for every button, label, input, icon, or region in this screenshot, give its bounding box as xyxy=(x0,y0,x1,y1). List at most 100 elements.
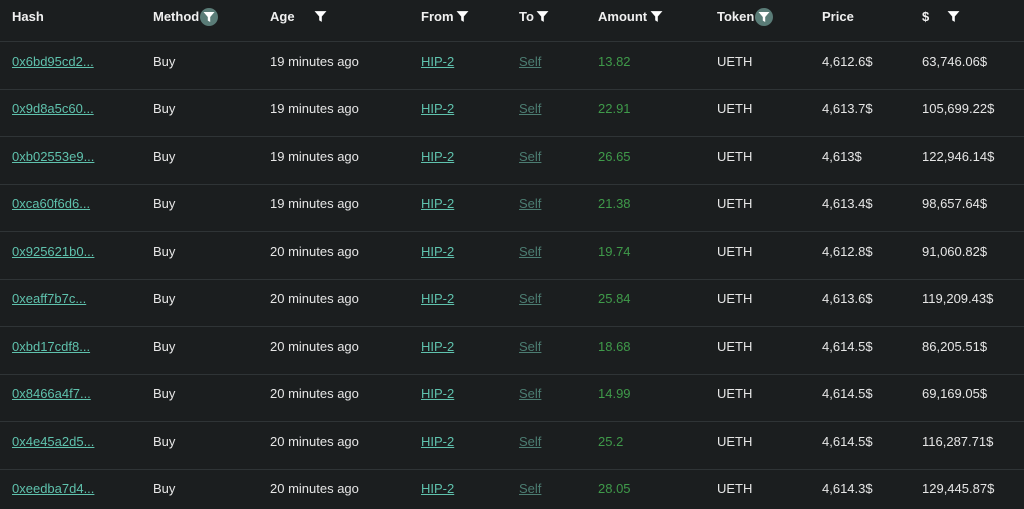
table-body: 0x6bd95cd2... Buy 19 minutes ago HIP-2 S… xyxy=(0,42,1024,509)
amount-cell: 19.74 xyxy=(598,243,631,259)
tx-hash-link[interactable]: 0xbd17cdf8... xyxy=(12,339,90,354)
tx-hash-link[interactable]: 0xb02553e9... xyxy=(12,149,94,164)
usd-filter-icon[interactable] xyxy=(945,9,961,25)
method-cell: Buy xyxy=(153,386,176,401)
from-link[interactable]: HIP-2 xyxy=(421,386,454,401)
to-link[interactable]: Self xyxy=(519,481,541,496)
column-header-price: Price xyxy=(822,0,854,33)
method-cell: Buy xyxy=(153,481,176,496)
to-link[interactable]: Self xyxy=(519,386,541,401)
amount-cell: 28.05 xyxy=(598,481,631,496)
usd-value-cell: 69,169.05$ xyxy=(922,386,988,401)
token-cell: UETH xyxy=(717,481,753,496)
age-cell: 19 minutes ago xyxy=(270,196,359,211)
table-row: 0xeedba7d4... Buy 20 minutes ago HIP-2 S… xyxy=(0,470,1024,509)
column-header-method-label: Method xyxy=(153,9,200,24)
amount-cell: 21.38 xyxy=(598,196,631,211)
table-row: 0x9d8a5c60... Buy 19 minutes ago HIP-2 S… xyxy=(0,90,1024,137)
to-filter-icon[interactable] xyxy=(535,9,551,25)
column-header-method: Method xyxy=(153,0,219,33)
usd-value-cell: 105,699.22$ xyxy=(922,101,995,116)
table-header: Hash Method Age From To Amount Token Pri… xyxy=(0,0,1024,42)
method-cell: Buy xyxy=(153,196,176,211)
column-header-amount: Amount xyxy=(598,0,664,33)
from-link[interactable]: HIP-2 xyxy=(421,101,454,116)
price-cell: 4,612.8$ xyxy=(822,243,873,259)
method-filter-active-icon[interactable] xyxy=(200,7,219,26)
usd-value-cell: 63,746.06$ xyxy=(922,53,988,69)
amount-cell: 25.2 xyxy=(598,433,624,449)
to-link[interactable]: Self xyxy=(519,291,541,306)
token-cell: UETH xyxy=(717,386,753,401)
to-link[interactable]: Self xyxy=(519,101,541,116)
amount-cell: 25.84 xyxy=(598,291,631,306)
usd-value-cell: 86,205.51$ xyxy=(922,338,988,354)
age-cell: 19 minutes ago xyxy=(270,53,359,69)
from-link[interactable]: HIP-2 xyxy=(421,291,454,306)
from-link[interactable]: HIP-2 xyxy=(421,54,454,69)
method-cell: Buy xyxy=(153,101,176,116)
column-header-amount-label: Amount xyxy=(598,9,648,24)
from-link[interactable]: HIP-2 xyxy=(421,149,454,164)
from-link[interactable]: HIP-2 xyxy=(421,244,454,259)
token-cell: UETH xyxy=(717,148,753,164)
from-link[interactable]: HIP-2 xyxy=(421,339,454,354)
to-link[interactable]: Self xyxy=(519,434,541,449)
to-link[interactable]: Self xyxy=(519,54,541,69)
token-cell: UETH xyxy=(717,196,753,211)
age-cell: 19 minutes ago xyxy=(270,148,359,164)
column-header-hash-label: Hash xyxy=(12,9,44,24)
column-header-token-label: Token xyxy=(717,9,755,24)
usd-value-cell: 119,209.43$ xyxy=(922,291,994,306)
age-cell: 20 minutes ago xyxy=(270,291,359,306)
token-cell: UETH xyxy=(717,53,753,69)
from-filter-icon[interactable] xyxy=(455,9,471,25)
usd-value-cell: 129,445.87$ xyxy=(922,481,995,496)
amount-filter-icon[interactable] xyxy=(648,9,664,25)
table-row: 0x8466a4f7... Buy 20 minutes ago HIP-2 S… xyxy=(0,375,1024,422)
column-header-hash: Hash xyxy=(12,0,44,33)
tx-hash-link[interactable]: 0x6bd95cd2... xyxy=(12,54,94,69)
price-cell: 4,614.5$ xyxy=(822,338,873,354)
method-cell: Buy xyxy=(153,291,176,306)
price-cell: 4,614.5$ xyxy=(822,386,873,401)
table-row: 0x6bd95cd2... Buy 19 minutes ago HIP-2 S… xyxy=(0,42,1024,90)
method-cell: Buy xyxy=(153,148,176,164)
usd-value-cell: 91,060.82$ xyxy=(922,243,988,259)
table-row: 0xb02553e9... Buy 19 minutes ago HIP-2 S… xyxy=(0,137,1024,185)
to-link[interactable]: Self xyxy=(519,149,541,164)
tx-hash-link[interactable]: 0xca60f6d6... xyxy=(12,196,90,211)
price-cell: 4,613.6$ xyxy=(822,291,873,306)
from-link[interactable]: HIP-2 xyxy=(421,196,454,211)
tx-hash-link[interactable]: 0xeedba7d4... xyxy=(12,481,94,496)
from-link[interactable]: HIP-2 xyxy=(421,481,454,496)
tx-hash-link[interactable]: 0x8466a4f7... xyxy=(12,386,91,401)
to-link[interactable]: Self xyxy=(519,339,541,354)
method-cell: Buy xyxy=(153,53,176,69)
column-header-age-label: Age xyxy=(270,9,295,24)
age-cell: 20 minutes ago xyxy=(270,243,359,259)
to-link[interactable]: Self xyxy=(519,196,541,211)
table-row: 0xeaff7b7c... Buy 20 minutes ago HIP-2 S… xyxy=(0,280,1024,327)
transactions-table: Hash Method Age From To Amount Token Pri… xyxy=(0,0,1024,509)
column-header-to: To xyxy=(519,0,551,33)
column-header-age: Age xyxy=(270,0,329,33)
table-row: 0xca60f6d6... Buy 19 minutes ago HIP-2 S… xyxy=(0,185,1024,232)
tx-hash-link[interactable]: 0xeaff7b7c... xyxy=(12,291,86,306)
tx-hash-link[interactable]: 0x9d8a5c60... xyxy=(12,101,94,116)
price-cell: 4,613$ xyxy=(822,148,862,164)
tx-hash-link[interactable]: 0x925621b0... xyxy=(12,244,94,259)
usd-value-cell: 116,287.71$ xyxy=(922,433,994,449)
age-cell: 19 minutes ago xyxy=(270,101,359,116)
from-link[interactable]: HIP-2 xyxy=(421,434,454,449)
age-filter-icon[interactable] xyxy=(313,9,329,25)
column-header-usd: $ xyxy=(922,0,961,33)
table-row: 0x925621b0... Buy 20 minutes ago HIP-2 S… xyxy=(0,232,1024,280)
token-filter-active-icon[interactable] xyxy=(755,7,774,26)
price-cell: 4,612.6$ xyxy=(822,53,873,69)
to-link[interactable]: Self xyxy=(519,244,541,259)
tx-hash-link[interactable]: 0x4e45a2d5... xyxy=(12,434,94,449)
column-header-from-label: From xyxy=(421,9,454,24)
method-cell: Buy xyxy=(153,243,176,259)
usd-value-cell: 122,946.14$ xyxy=(922,148,995,164)
